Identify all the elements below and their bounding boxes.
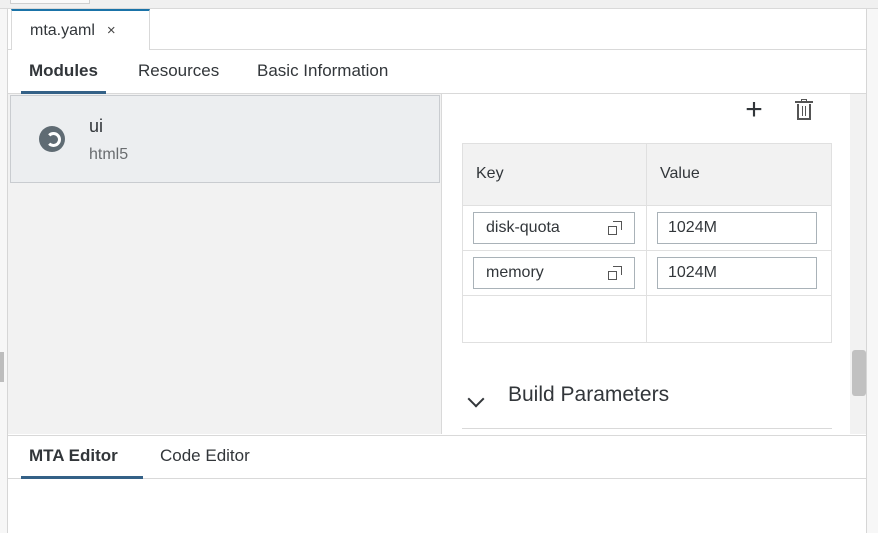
file-tab-mta-yaml[interactable]: mta.yaml × <box>11 9 150 50</box>
delete-property-button[interactable] <box>795 99 813 121</box>
editor-content: ui html5 + Key Value disk-quota 1024M me… <box>8 94 866 434</box>
table-row: memory 1024M <box>462 251 832 296</box>
tab-mta-editor[interactable]: MTA Editor <box>21 436 143 479</box>
module-name: ui <box>89 116 104 136</box>
copy-icon[interactable] <box>608 221 622 235</box>
left-edge-handle[interactable] <box>0 352 4 382</box>
build-parameters-section[interactable]: Build Parameters <box>462 379 832 429</box>
properties-table: Key Value disk-quota 1024M memory 1024M <box>462 143 832 343</box>
scrollbar[interactable] <box>850 94 866 434</box>
section-tabs: Modules Resources Basic Information <box>8 50 866 94</box>
tab-code-editor[interactable]: Code Editor <box>160 436 250 479</box>
column-header-value: Value <box>660 165 700 182</box>
key-field-text: disk-quota <box>486 219 560 236</box>
copy-icon[interactable] <box>608 266 622 280</box>
bottom-panel <box>8 479 866 533</box>
close-icon[interactable]: × <box>107 22 116 39</box>
key-field-text: memory <box>486 264 544 281</box>
top-strip-nub <box>10 0 90 4</box>
table-row: disk-quota 1024M <box>462 206 832 251</box>
scroll-thumb[interactable] <box>852 350 866 396</box>
mta-editor-window: mta.yaml × Modules Resources Basic Infor… <box>7 9 867 533</box>
module-type: html5 <box>89 146 129 163</box>
file-tab-label: mta.yaml <box>30 21 95 39</box>
editor-mode-tabs: MTA Editor Code Editor <box>8 435 866 479</box>
key-field[interactable]: disk-quota <box>473 212 635 244</box>
table-header: Key Value <box>462 143 832 206</box>
section-title: Build Parameters <box>508 383 670 406</box>
file-tab-bar: mta.yaml × <box>8 9 866 50</box>
top-strip <box>0 0 878 9</box>
key-field[interactable]: memory <box>473 257 635 289</box>
value-field[interactable]: 1024M <box>657 257 817 289</box>
tab-modules[interactable]: Modules <box>21 50 106 94</box>
tab-basic-information[interactable]: Basic Information <box>257 50 388 94</box>
module-list: ui html5 <box>8 94 442 434</box>
table-row-empty[interactable] <box>462 296 832 343</box>
plus-icon: + <box>745 94 763 126</box>
add-property-button[interactable]: + <box>742 94 766 126</box>
column-header-key: Key <box>463 144 647 205</box>
chevron-down-icon[interactable] <box>467 390 485 408</box>
module-item-ui[interactable]: ui html5 <box>10 95 440 183</box>
module-icon <box>39 126 65 152</box>
module-details: + Key Value disk-quota 1024M memory 1024… <box>443 94 850 434</box>
value-field[interactable]: 1024M <box>657 212 817 244</box>
tab-resources[interactable]: Resources <box>138 50 219 94</box>
